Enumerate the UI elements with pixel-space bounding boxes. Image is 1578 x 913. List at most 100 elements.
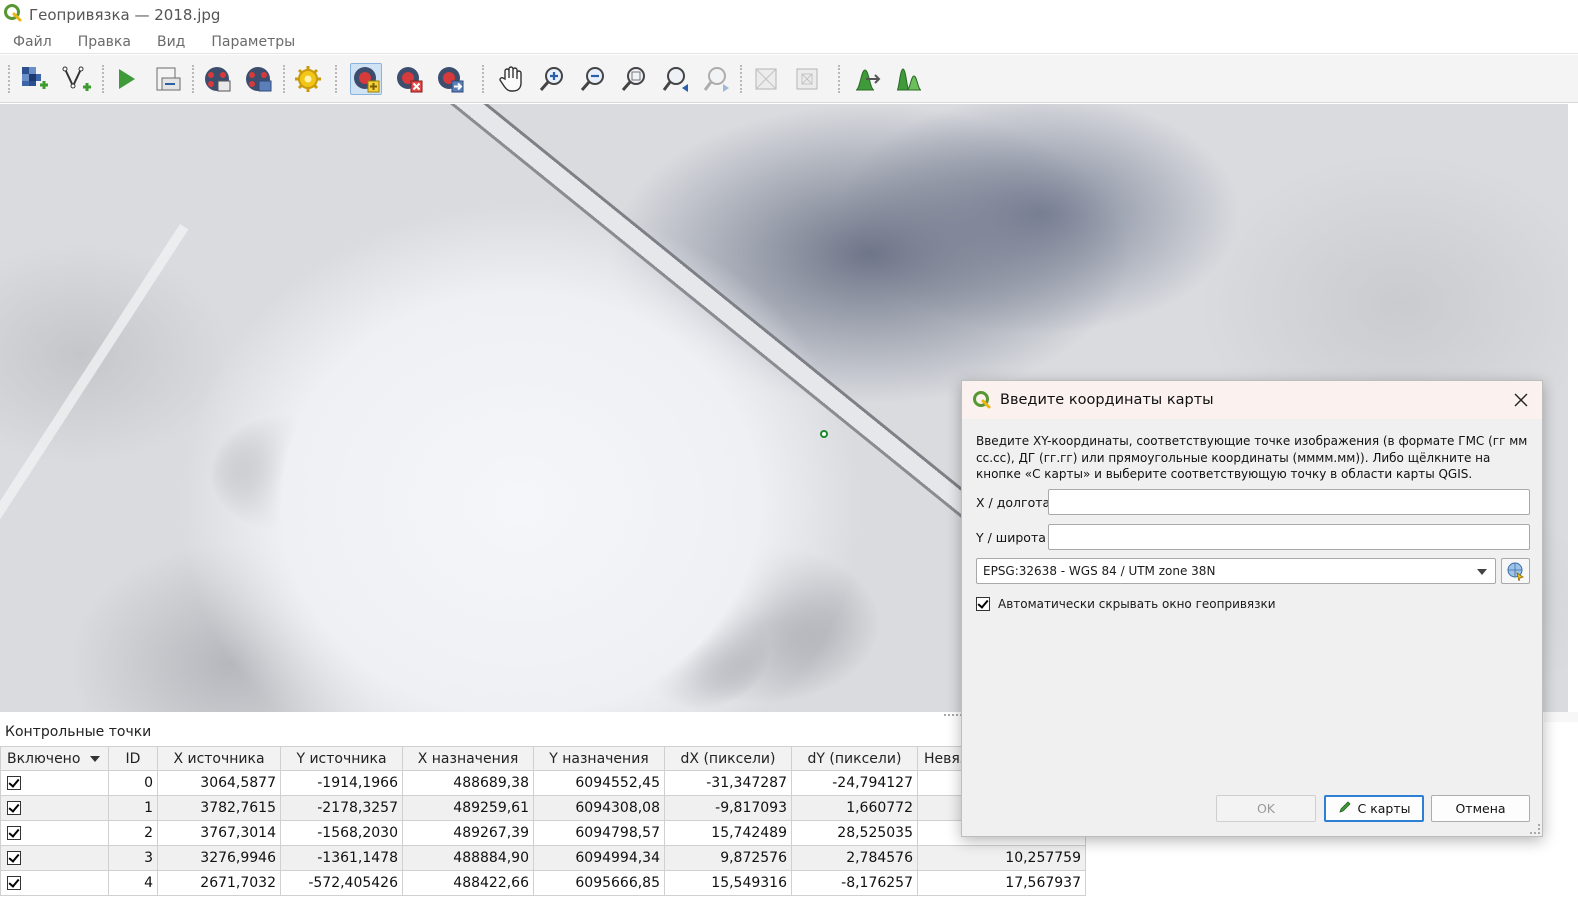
column-header-dst-x[interactable]: X назначения — [402, 746, 534, 771]
gcp-id-cell[interactable]: 1 — [108, 795, 158, 821]
gcp-enabled-checkbox[interactable] — [7, 851, 21, 865]
menu-view[interactable]: Вид — [144, 34, 198, 50]
gcp-dx-cell[interactable]: -31,347287 — [664, 770, 792, 796]
gcp-enabled-cell[interactable] — [0, 845, 109, 871]
column-header-dy[interactable]: dY (пиксели) — [791, 746, 918, 771]
x-longitude-input[interactable] — [1048, 489, 1530, 515]
full-histogram-stretch-icon[interactable] — [851, 63, 883, 95]
gcp-dy-cell[interactable]: -24,794127 — [791, 770, 918, 796]
ok-button[interactable]: OK — [1216, 795, 1316, 822]
gcp-enabled-checkbox[interactable] — [7, 876, 21, 890]
gcp-enabled-cell[interactable] — [0, 870, 109, 896]
move-point-icon[interactable] — [434, 63, 466, 95]
gcp-dst-x-cell[interactable]: 489267,39 — [402, 820, 534, 846]
gcp-table-row[interactable]: 2 3767,3014 -1568,2030 489267,39 6094798,57 1… — [0, 820, 1086, 846]
gcp-dy-cell[interactable]: 2,784576 — [791, 845, 918, 871]
gcp-table-row[interactable]: 4 2671,7032 -572,405426 488422,66 6095666,85… — [0, 870, 1086, 896]
link-qgis-icon[interactable] — [791, 63, 823, 95]
y-latitude-input[interactable] — [1048, 524, 1530, 550]
crs-selector[interactable]: EPSG:32638 - WGS 84 / UTM zone 38N — [976, 558, 1496, 584]
gcp-src-x-cell[interactable]: 3767,3014 — [157, 820, 281, 846]
menu-edit[interactable]: Правка — [65, 34, 144, 50]
gcp-dst-x-cell[interactable]: 488422,66 — [402, 870, 534, 896]
gcp-src-y-cell[interactable]: -1914,1966 — [280, 770, 403, 796]
gcp-enabled-cell[interactable] — [0, 770, 109, 796]
gcp-src-x-cell[interactable]: 3064,5877 — [157, 770, 281, 796]
gcp-src-y-cell[interactable]: -1568,2030 — [280, 820, 403, 846]
gcp-dy-cell[interactable]: 28,525035 — [791, 820, 918, 846]
gcp-enabled-cell[interactable] — [0, 820, 109, 846]
zoom-last-icon[interactable] — [660, 63, 692, 95]
link-georeferencer-icon[interactable] — [750, 63, 782, 95]
column-header-src-y[interactable]: Y источника — [280, 746, 403, 771]
gcp-residual-cell[interactable]: 10,257759 — [917, 845, 1086, 871]
from-map-button[interactable]: С карты — [1324, 795, 1424, 822]
auto-hide-option[interactable]: Автоматически скрывать окно геопривязки — [976, 597, 1276, 611]
delete-point-icon[interactable] — [393, 63, 425, 95]
start-georeferencing-icon[interactable] — [110, 63, 142, 95]
gcp-enabled-checkbox[interactable] — [7, 826, 21, 840]
column-header-id[interactable]: ID — [108, 746, 158, 771]
add-point-icon[interactable] — [350, 63, 382, 95]
resize-grip[interactable] — [1530, 824, 1540, 834]
column-header-src-x[interactable]: X источника — [157, 746, 281, 771]
splitter-handle[interactable] — [944, 714, 962, 716]
pan-icon[interactable] — [495, 63, 527, 95]
zoom-to-layer-icon[interactable] — [618, 63, 650, 95]
gcp-dst-x-cell[interactable]: 488689,38 — [402, 770, 534, 796]
gcp-id-cell[interactable]: 0 — [108, 770, 158, 796]
toolbar-handle[interactable] — [8, 65, 12, 93]
gcp-residual-cell[interactable]: 17,567937 — [917, 870, 1086, 896]
gcp-dx-cell[interactable]: 15,549316 — [664, 870, 792, 896]
zoom-in-icon[interactable] — [536, 63, 568, 95]
gcp-src-y-cell[interactable]: -2178,3257 — [280, 795, 403, 821]
menu-settings[interactable]: Параметры — [198, 34, 308, 50]
gcp-src-x-cell[interactable]: 2671,7032 — [157, 870, 281, 896]
transformation-settings-icon[interactable] — [292, 63, 324, 95]
local-histogram-stretch-icon[interactable] — [892, 63, 924, 95]
gcp-table-row[interactable]: 3 3276,9946 -1361,1478 488884,90 6094994,34 9… — [0, 845, 1086, 871]
gcp-enabled-cell[interactable] — [0, 795, 109, 821]
gcp-table-row[interactable]: 1 3782,7615 -2178,3257 489259,61 6094308,08-… — [0, 795, 1086, 821]
gcp-src-y-cell[interactable]: -1361,1478 — [280, 845, 403, 871]
column-header-dst-y[interactable]: Y назначения — [533, 746, 665, 771]
open-raster-icon[interactable] — [18, 63, 50, 95]
save-gcp-points-icon[interactable] — [242, 63, 274, 95]
gcp-src-x-cell[interactable]: 3782,7615 — [157, 795, 281, 821]
auto-hide-checkbox[interactable] — [976, 597, 990, 611]
gcp-src-y-cell[interactable]: -572,405426 — [280, 870, 403, 896]
gcp-id-cell[interactable]: 4 — [108, 870, 158, 896]
gcp-table-row[interactable]: 0 3064,5877 -1914,1966 488689,38 6094552,45-… — [0, 770, 1086, 796]
open-vector-icon[interactable] — [61, 63, 93, 95]
gcp-dst-y-cell[interactable]: 6094308,08 — [533, 795, 665, 821]
gcp-dy-cell[interactable]: 1,660772 — [791, 795, 918, 821]
gcp-src-x-cell[interactable]: 3276,9946 — [157, 845, 281, 871]
gcp-marker[interactable] — [820, 430, 828, 438]
gcp-dst-y-cell[interactable]: 6094798,57 — [533, 820, 665, 846]
gcp-dst-y-cell[interactable]: 6095666,85 — [533, 870, 665, 896]
chevron-down-icon[interactable] — [1477, 569, 1487, 575]
gcp-dy-cell[interactable]: -8,176257 — [791, 870, 918, 896]
gcp-dx-cell[interactable]: -9,817093 — [664, 795, 792, 821]
gcp-dx-cell[interactable]: 15,742489 — [664, 820, 792, 846]
close-icon[interactable] — [1510, 389, 1532, 411]
gcp-enabled-checkbox[interactable] — [7, 776, 21, 790]
gcp-dst-y-cell[interactable]: 6094994,34 — [533, 845, 665, 871]
load-gcp-points-icon[interactable] — [201, 63, 233, 95]
gcp-dst-y-cell[interactable]: 6094552,45 — [533, 770, 665, 796]
gcp-dst-x-cell[interactable]: 488884,90 — [402, 845, 534, 871]
sort-arrow-icon[interactable] — [90, 755, 101, 762]
gcp-enabled-checkbox[interactable] — [7, 801, 21, 815]
zoom-next-icon[interactable] — [701, 63, 733, 95]
cancel-button[interactable]: Отмена — [1431, 795, 1530, 822]
generate-gdal-script-icon[interactable] — [152, 63, 184, 95]
gcp-dx-cell[interactable]: 9,872576 — [664, 845, 792, 871]
gcp-id-cell[interactable]: 2 — [108, 820, 158, 846]
menu-file[interactable]: Файл — [0, 34, 65, 50]
column-header-dx[interactable]: dX (пиксели) — [664, 746, 792, 771]
zoom-out-icon[interactable] — [577, 63, 609, 95]
gcp-id-cell[interactable]: 3 — [108, 845, 158, 871]
gcp-dst-x-cell[interactable]: 489259,61 — [402, 795, 534, 821]
column-header-enabled[interactable]: Включено — [0, 746, 109, 771]
crs-select-icon[interactable] — [1501, 558, 1530, 584]
